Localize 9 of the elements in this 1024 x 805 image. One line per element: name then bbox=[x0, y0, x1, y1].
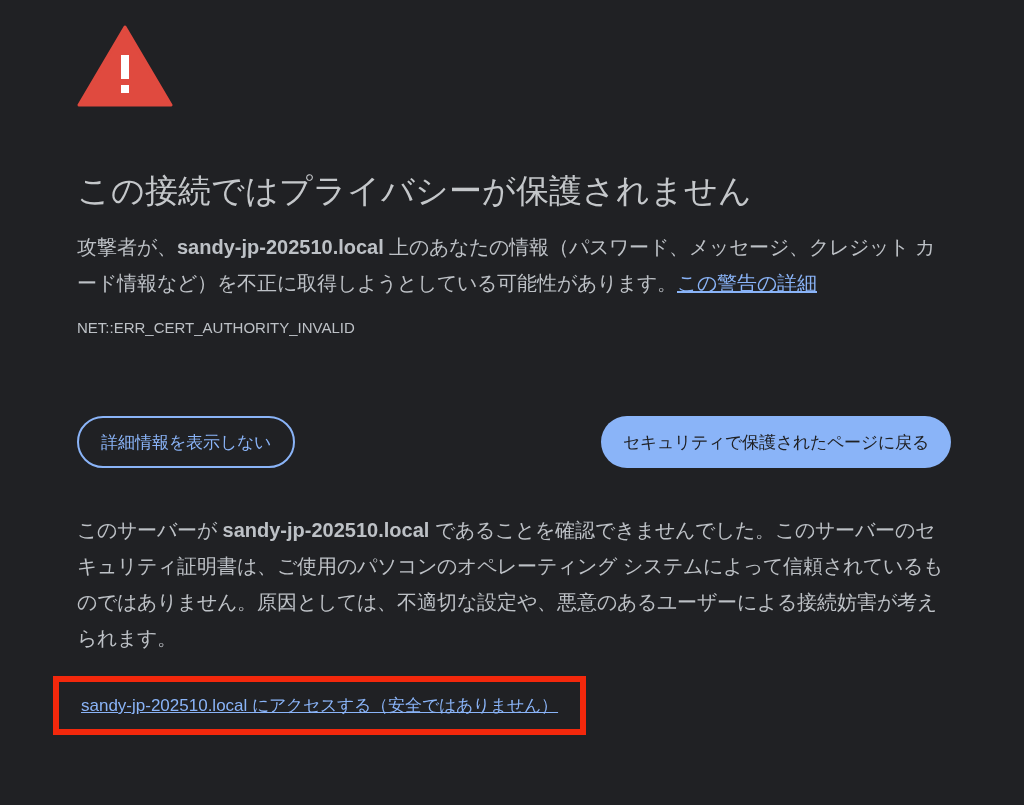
details-text: このサーバーが sandy-jp-202510.local であることを確認できませんでした。このサーバーのセキュリティ証明書は、ご使用のパソコンのオペレーティング システムによって信頼されているものではありません。原因としては、不適切な設定や、悪意のあるユーザーによる接続妨害が考えられます。 bbox=[77, 518, 944, 651]
page-heading: この接続ではプライバシーが保護されません bbox=[77, 171, 753, 211]
warning-icon bbox=[77, 25, 173, 107]
warning-description: 攻撃者が、sandy-jp-202510.local 上のあなたの情報（パスワード、メッセージ、クレジット カード情報など）を不正に取得しようとしている可能性があります。この警告の詳細 bbox=[77, 235, 936, 296]
back-to-safety-button[interactable]: セキュリティで保護されたページに戻る bbox=[601, 416, 951, 468]
error-code: NET::ERR_CERT_AUTHORITY_INVALID bbox=[77, 319, 356, 336]
proceed-link[interactable]: sandy-jp-202510.local にアクセスする（安全ではありません） bbox=[81, 696, 559, 715]
hide-details-button[interactable]: 詳細情報を表示しない bbox=[77, 416, 295, 468]
details-link[interactable]: この警告の詳細 bbox=[677, 272, 817, 294]
